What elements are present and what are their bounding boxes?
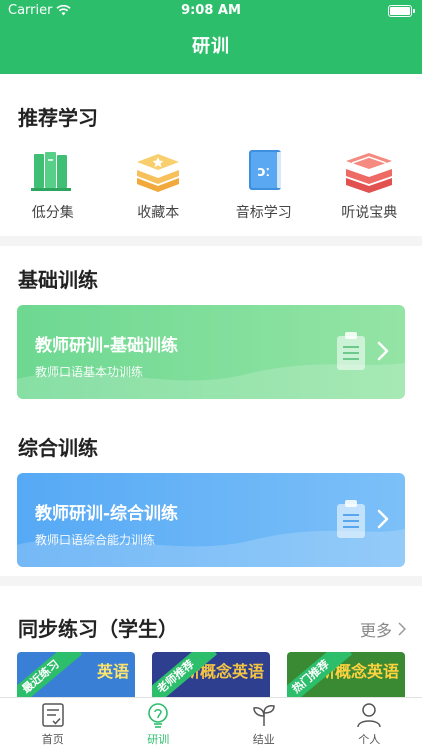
more-link[interactable]: 更多 — [360, 617, 406, 641]
person-icon — [357, 703, 381, 728]
home-checklist-icon — [42, 703, 64, 727]
basic-training-card[interactable]: 教师研训-基础训练 教师口语基本功训练 — [17, 305, 405, 399]
tab-home[interactable]: 首页 — [0, 698, 106, 750]
tab-bar: 首页 研训 结业 个人 — [0, 697, 422, 750]
svg-text:ɔː: ɔː — [257, 164, 270, 180]
more-label: 更多 — [359, 621, 392, 640]
recommend-grid: 低分集 收藏本 ɔː 音标学习 听说宝典 — [0, 148, 422, 224]
page-title: 研训 — [0, 22, 422, 74]
tab-label: 首页 — [41, 733, 64, 746]
sprout-icon — [252, 705, 275, 726]
status-time: 9:08 AM — [181, 3, 241, 18]
basic-title: 基础训练 — [18, 268, 98, 292]
sync-title: 同步练习（学生） — [18, 617, 178, 641]
book-card[interactable]: 新概念英语 老师推荐 — [152, 652, 270, 697]
chevron-right-icon — [398, 622, 406, 636]
card-title: 教师研训-基础训练 — [35, 336, 179, 356]
sync-book-list: 英语 最近练习 新概念英语 老师推荐 新概念英语 热门推荐 — [0, 652, 422, 697]
rec-item-label: 低分集 — [31, 205, 74, 221]
books-green-icon — [30, 152, 71, 191]
rec-item-label: 音标学习 — [235, 205, 292, 221]
book-card[interactable]: 新概念英语 热门推荐 — [287, 652, 405, 697]
lightbulb-icon — [148, 703, 169, 728]
books-red-icon — [346, 153, 393, 193]
book-card[interactable]: 英语 最近练习 — [17, 652, 135, 697]
chevron-right-icon — [377, 509, 389, 529]
books-star-icon — [137, 154, 180, 192]
rec-item-phonetics[interactable]: ɔː 音标学习 — [211, 148, 317, 224]
clipboard-icon — [337, 500, 365, 538]
tab-profile[interactable]: 个人 — [317, 698, 422, 750]
phonetic-book-icon: ɔː — [248, 150, 281, 190]
card-title: 教师研训-综合训练 — [35, 504, 179, 524]
card-subtitle: 教师口语基本功训练 — [35, 365, 144, 379]
tab-graduation[interactable]: 结业 — [211, 698, 317, 750]
chevron-right-icon — [377, 341, 389, 361]
book-cover-title: 英语 — [96, 662, 129, 681]
comprehensive-training-card[interactable]: 教师研训-综合训练 教师口语综合能力训练 — [17, 473, 405, 567]
tab-label: 结业 — [252, 733, 275, 746]
recommend-title: 推荐学习 — [18, 106, 98, 130]
battery-icon — [388, 5, 415, 17]
rec-item-label: 听说宝典 — [341, 205, 398, 221]
status-bar: Carrier 9:08 AM — [0, 0, 422, 22]
tab-label: 个人 — [358, 733, 381, 746]
tab-label: 研训 — [147, 733, 170, 746]
tab-training[interactable]: 研训 — [106, 698, 212, 750]
comprehensive-title: 综合训练 — [18, 436, 98, 460]
rec-item-favorites[interactable]: 收藏本 — [106, 148, 212, 224]
book-ribbon: 最近练习 — [17, 652, 83, 697]
rec-item-label: 收藏本 — [137, 205, 180, 221]
card-subtitle: 教师口语综合能力训练 — [35, 533, 156, 547]
rec-item-listening-guide[interactable]: 听说宝典 — [317, 148, 422, 224]
rec-item-low-score[interactable]: 低分集 — [0, 148, 106, 224]
clipboard-icon — [337, 332, 365, 370]
